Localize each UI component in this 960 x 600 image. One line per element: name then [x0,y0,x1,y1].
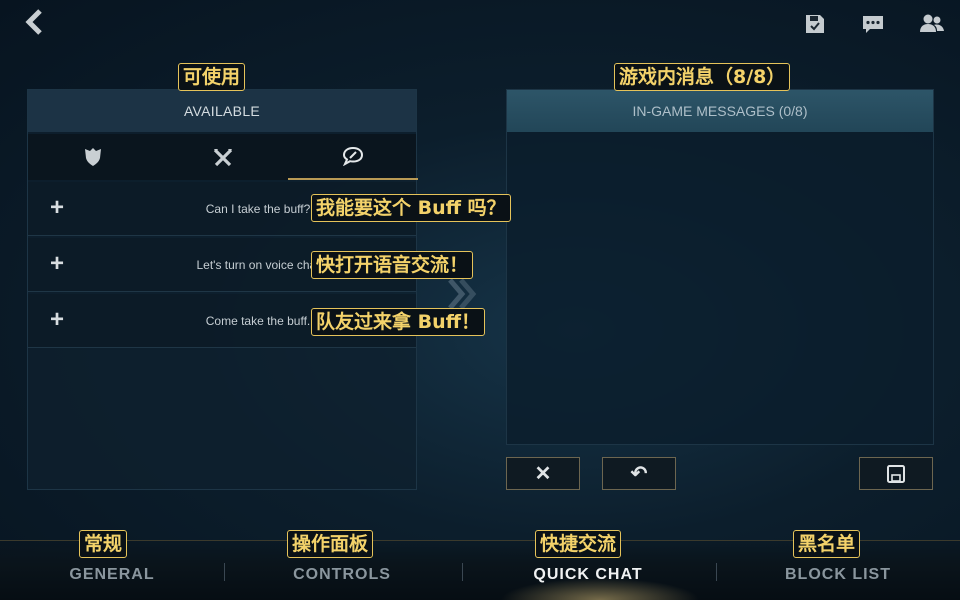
transfer-arrow-icon [446,276,478,312]
annotation-in-game-messages: 游戏内消息（8/8） [614,63,791,91]
undo-button[interactable]: ↶ [602,457,676,490]
tab-divider [716,563,717,581]
chevron-left-icon [25,9,42,35]
tab-divider [224,563,225,581]
tab-shield[interactable] [28,134,158,180]
in-game-messages-header: IN-GAME MESSAGES (0/8) [507,90,933,132]
tab-divider [462,563,463,581]
tab-combat[interactable] [158,134,288,180]
close-icon: ✕ [534,462,552,485]
undo-icon: ↶ [630,462,648,485]
tab-controls[interactable]: CONTROLS [262,566,422,600]
annotation-message-1: 我能要这个 Buff 吗？ [311,194,511,222]
clear-button[interactable]: ✕ [506,457,580,490]
available-header: AVAILABLE [28,90,416,132]
category-tabs [28,134,418,180]
tab-quick-chat[interactable]: QUICK CHAT [508,566,668,600]
available-panel: AVAILABLE + Can I take the buff? + Let's… [27,89,418,490]
annotation-tab-quick-chat: 快捷交流 [535,530,622,558]
chat-icon[interactable] [861,12,887,38]
save-button[interactable] [859,457,933,490]
annotation-tab-block-list: 黑名单 [793,530,861,558]
in-game-messages-panel: IN-GAME MESSAGES (0/8) [506,89,934,445]
annotation-message-3: 队友过来拿 Buff！ [311,308,486,336]
tab-general[interactable]: GENERAL [40,566,184,600]
shield-icon [85,148,101,166]
annotation-message-2: 快打开语音交流！ [311,251,474,279]
tab-chat[interactable] [288,134,418,180]
annotation-available: 可使用 [178,63,246,91]
chat-bubble-icon [342,146,364,166]
annotation-tab-general: 常规 [79,530,128,558]
save-icon [887,464,905,483]
back-button[interactable] [22,8,56,42]
add-icon[interactable]: + [50,308,64,332]
annotation-tab-controls: 操作面板 [287,530,374,558]
tab-block-list[interactable]: BLOCK LIST [762,566,914,600]
add-icon[interactable]: + [50,196,64,220]
add-icon[interactable]: + [50,252,64,276]
save-icon[interactable] [803,12,829,38]
crossed-swords-icon [213,148,233,167]
friends-icon[interactable] [919,12,945,38]
